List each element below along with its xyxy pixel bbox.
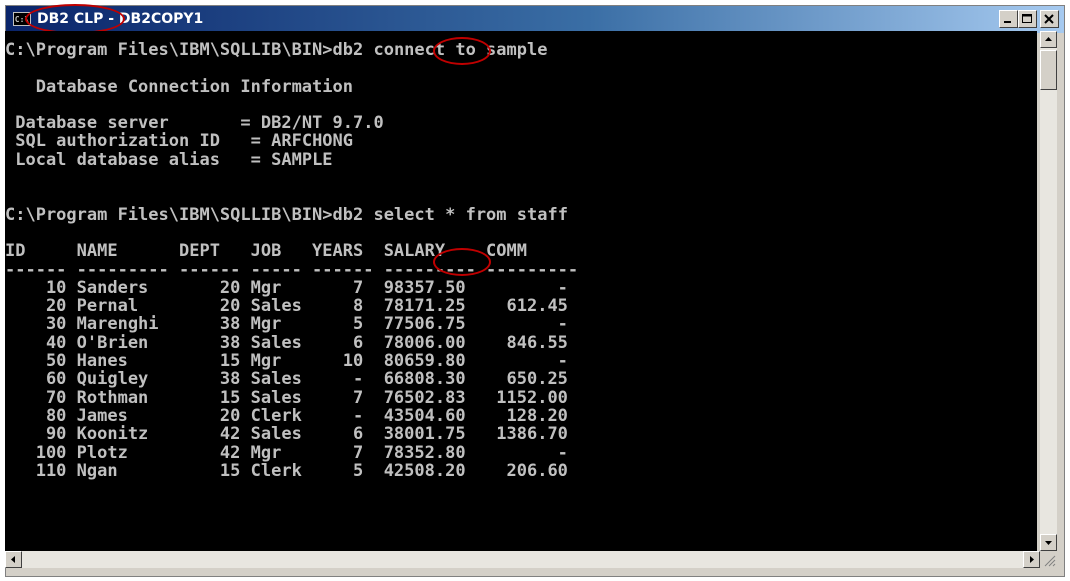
table-row: 40 O'Brien 38 Sales 6 78006.00 846.55 — [5, 332, 568, 353]
table-row: 80 James 20 Clerk - 43504.60 128.20 — [5, 405, 568, 426]
conn-alias-value: = SAMPLE — [250, 149, 333, 170]
command-db2: db2 — [332, 204, 364, 225]
window-title-rest: - DB2COPY1 — [103, 11, 204, 27]
prompt-path: C:\Program Files\IBM\SQLLIB\BIN> — [5, 40, 333, 60]
command-db2: db2 — [332, 40, 364, 60]
table-row: 60 Quigley 38 Sales - 66808.30 650.25 — [5, 369, 568, 390]
minimize-icon — [1004, 21, 1011, 23]
command-args: select * from staff — [363, 204, 568, 225]
window-title-app: DB2 CLP — [37, 11, 104, 27]
connection-info-header: Database Connection Information — [5, 76, 353, 97]
table-row: 110 Ngan 15 Clerk 5 42508.20 206.60 — [5, 460, 568, 481]
conn-alias-label: Local database alias — [5, 149, 220, 170]
prompt-path: C:\Program Files\IBM\SQLLIB\BIN> — [5, 204, 333, 225]
console-text: C:\Program Files\IBM\SQLLIB\BIN>db2 conn… — [5, 31, 1037, 480]
arrow-left-icon — [11, 556, 15, 563]
table-row: 90 Koonitz 42 Sales 6 38001.75 1386.70 — [5, 424, 568, 445]
resize-grip-icon[interactable] — [1040, 551, 1057, 568]
conn-server-value: = DB2/NT 9.7.0 — [240, 113, 384, 134]
conn-server-label: Database server — [5, 113, 169, 134]
arrow-right-icon — [1030, 556, 1034, 563]
table-row: 100 Plotz 42 Mgr 7 78352.80 - — [5, 442, 568, 463]
scroll-left-button[interactable] — [5, 551, 22, 568]
table-row: 70 Rothman 15 Sales 7 76502.83 1152.00 — [5, 387, 568, 408]
console-output[interactable]: C:\Program Files\IBM\SQLLIB\BIN>db2 conn… — [5, 31, 1037, 551]
close-button[interactable] — [1040, 10, 1059, 28]
size-grip-lines — [1044, 555, 1056, 567]
scroll-up-button[interactable] — [1040, 31, 1057, 48]
conn-auth-value: = ARFCHONG — [250, 131, 354, 152]
vertical-scroll-thumb[interactable] — [1040, 50, 1057, 90]
table-header: ID NAME DEPT JOB YEARS SALARY COMM — [5, 241, 527, 262]
table-row: 10 Sanders 20 Mgr 7 98357.50 - — [5, 277, 568, 298]
table-row: 50 Hanes 15 Mgr 10 80659.80 - — [5, 351, 568, 372]
horizontal-scrollbar[interactable] — [5, 551, 1040, 568]
vertical-scrollbar[interactable] — [1040, 31, 1057, 551]
prompt-line-1: C:\Program Files\IBM\SQLLIB\BIN>db2 conn… — [5, 40, 547, 60]
arrow-down-icon — [1045, 541, 1052, 545]
arrow-up-icon — [1045, 37, 1052, 41]
prompt-line-2: C:\Program Files\IBM\SQLLIB\BIN>db2 sele… — [5, 205, 568, 225]
conn-auth-label: SQL authorization ID — [5, 131, 220, 152]
console-app-icon[interactable]: C:\ — [13, 12, 31, 26]
maximize-icon — [1022, 14, 1032, 23]
minimize-button[interactable] — [999, 10, 1018, 28]
scroll-right-button[interactable] — [1023, 551, 1040, 568]
table-row: 30 Marenghi 38 Mgr 5 77506.75 - — [5, 314, 568, 335]
command-args: connect to sample — [363, 40, 548, 60]
table-row: 20 Pernal 20 Sales 8 78171.25 612.45 — [5, 296, 568, 317]
maximize-button[interactable] — [1018, 10, 1037, 28]
window-title: DB2 CLP - DB2COPY1 — [37, 11, 203, 27]
title-bar[interactable]: C:\ DB2 CLP - DB2COPY1 — [6, 6, 1064, 33]
scroll-down-button[interactable] — [1040, 534, 1057, 551]
table-rule: ------ --------- ------ ----- ------ ---… — [5, 259, 579, 280]
close-icon — [1044, 14, 1054, 24]
